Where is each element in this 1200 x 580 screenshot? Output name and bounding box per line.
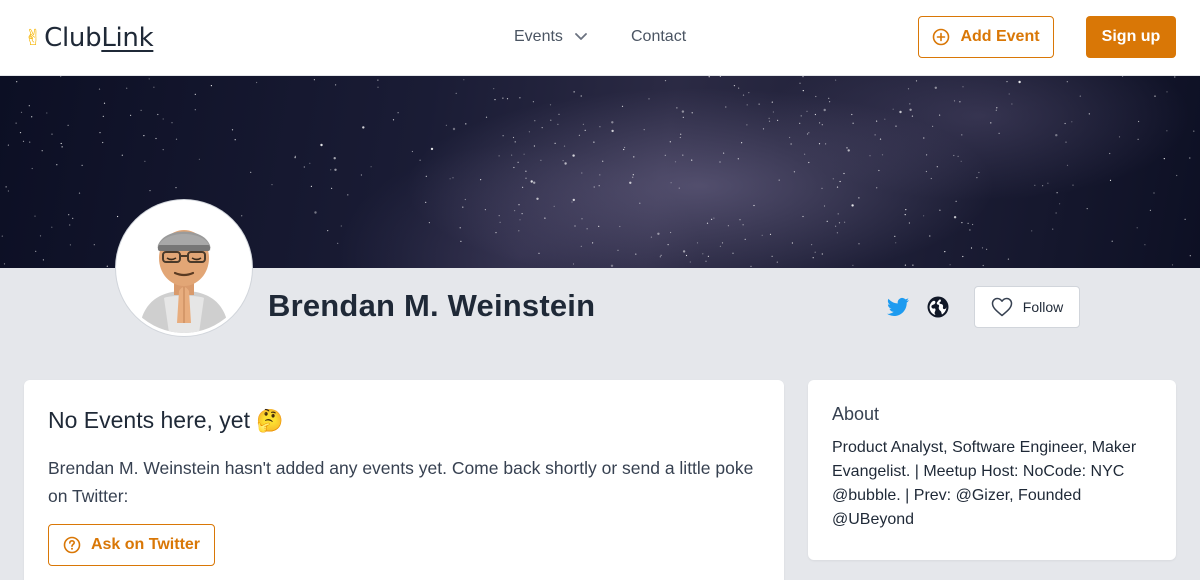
sign-up-label: Sign up bbox=[1101, 28, 1161, 45]
twitter-icon[interactable] bbox=[886, 295, 910, 319]
ask-on-twitter-button[interactable]: Ask on Twitter bbox=[48, 524, 215, 566]
follow-button[interactable]: Follow bbox=[974, 286, 1080, 328]
chevron-down-icon bbox=[575, 33, 587, 40]
events-card: No Events here, yet 🤔 Brendan M. Weinste… bbox=[24, 380, 784, 580]
events-card-title: No Events here, yet 🤔 bbox=[48, 404, 284, 436]
clublink-logo[interactable]: ✌ Club Link bbox=[24, 22, 154, 54]
heart-icon bbox=[991, 297, 1013, 317]
events-card-title-text: No Events here, yet bbox=[48, 407, 250, 433]
about-card: About Product Analyst, Software Engineer… bbox=[808, 380, 1176, 560]
sign-up-button[interactable]: Sign up bbox=[1086, 16, 1176, 58]
logo-text-link: Link bbox=[101, 23, 154, 53]
memoji-avatar-icon bbox=[119, 203, 249, 333]
thinking-face-icon: 🤔 bbox=[256, 409, 284, 434]
victory-hand-icon: ✌ bbox=[24, 25, 43, 51]
avatar bbox=[116, 200, 252, 336]
events-card-description: Brendan M. Weinstein hasn't added any ev… bbox=[48, 458, 754, 506]
question-circle-icon bbox=[63, 536, 81, 554]
ask-on-twitter-label: Ask on Twitter bbox=[90, 536, 201, 553]
about-bio: Product Analyst, Software Engineer, Make… bbox=[832, 439, 1137, 528]
add-event-label: Add Event bbox=[960, 28, 1040, 45]
follow-label: Follow bbox=[1022, 299, 1064, 315]
about-heading: About bbox=[832, 404, 880, 424]
nav-contact-link[interactable]: Contact bbox=[631, 26, 686, 48]
site-header: ✌ Club Link Events Contact Add Event Sig… bbox=[0, 0, 1200, 76]
globe-icon[interactable] bbox=[926, 295, 950, 319]
profile-name: Brendan M. Weinstein bbox=[268, 288, 596, 323]
nav-events-dropdown[interactable]: Events bbox=[514, 26, 587, 48]
plus-circle-icon bbox=[933, 28, 950, 46]
logo-text-club: Club bbox=[44, 23, 102, 53]
add-event-button[interactable]: Add Event bbox=[918, 16, 1054, 58]
nav-events-label: Events bbox=[514, 28, 563, 45]
